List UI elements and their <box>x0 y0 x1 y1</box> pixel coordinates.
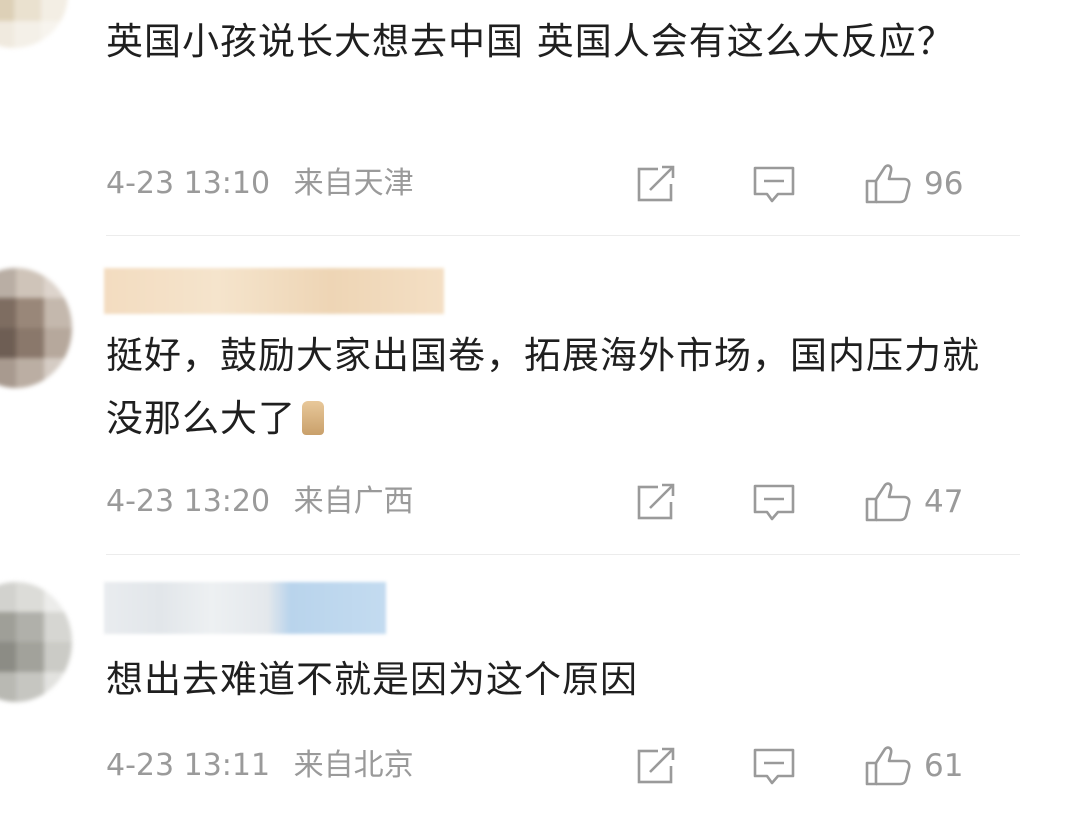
like-button[interactable]: 61 <box>864 746 963 786</box>
comment-text: 挺好，鼓励大家出国卷，拓展海外市场，国内压力就没那么大了 <box>106 324 986 450</box>
username-blurred[interactable] <box>104 268 444 314</box>
reply-button[interactable] <box>752 164 796 204</box>
comment-date: 4-23 13:10 <box>106 166 271 201</box>
like-button[interactable]: 47 <box>864 482 963 522</box>
comment-location: 来自天津 <box>293 166 414 201</box>
share-button[interactable] <box>636 482 680 522</box>
comment-location: 来自广西 <box>293 484 414 519</box>
avatar[interactable] <box>0 268 72 388</box>
share-button[interactable] <box>636 746 680 786</box>
comment-meta: 4-23 13:11 来自北京 61 <box>106 746 1080 786</box>
username-blurred[interactable] <box>104 582 386 634</box>
thumbs-up-icon <box>865 482 911 522</box>
avatar[interactable] <box>0 582 72 702</box>
comment-text-body: 挺好，鼓励大家出国卷，拓展海外市场，国内压力就没那么大了 <box>106 334 980 440</box>
like-button[interactable]: 96 <box>864 164 963 204</box>
comment-text: 英国小孩说长大想去中国 英国人会有这么大反应？ <box>106 20 955 63</box>
comment-item: 英国小孩说长大想去中国 英国人会有这么大反应？ 4-23 13:10 来自天津 <box>0 0 1080 240</box>
divider <box>106 235 1020 236</box>
comment-item: 想出去难道不就是因为这个原因 4-23 13:11 来自北京 61 <box>0 560 1080 820</box>
comment-text: 想出去难道不就是因为这个原因 <box>106 658 638 701</box>
share-icon <box>637 164 680 202</box>
divider <box>106 554 1020 555</box>
like-count: 61 <box>924 748 964 784</box>
thumbs-up-emoji-icon <box>302 401 324 435</box>
share-button[interactable] <box>636 164 680 204</box>
reply-button[interactable] <box>752 746 796 786</box>
comment-date: 4-23 13:11 <box>106 748 271 783</box>
share-icon <box>637 746 680 784</box>
comment-date: 4-23 13:20 <box>106 484 271 519</box>
comment-meta: 4-23 13:10 来自天津 96 <box>106 164 1080 204</box>
share-icon <box>637 482 680 520</box>
comment-item: 挺好，鼓励大家出国卷，拓展海外市场，国内压力就没那么大了 4-23 13:20 … <box>0 240 1080 560</box>
thumbs-up-icon <box>865 164 911 204</box>
comment-icon <box>753 484 795 521</box>
comment-location: 来自北京 <box>293 748 414 783</box>
like-count: 47 <box>924 484 964 520</box>
comment-meta: 4-23 13:20 来自广西 47 <box>106 482 1080 522</box>
comment-icon <box>753 166 795 203</box>
reply-button[interactable] <box>752 482 796 522</box>
like-count: 96 <box>924 166 964 202</box>
avatar[interactable] <box>0 0 68 48</box>
comment-icon <box>753 748 795 785</box>
thumbs-up-icon <box>865 746 911 786</box>
